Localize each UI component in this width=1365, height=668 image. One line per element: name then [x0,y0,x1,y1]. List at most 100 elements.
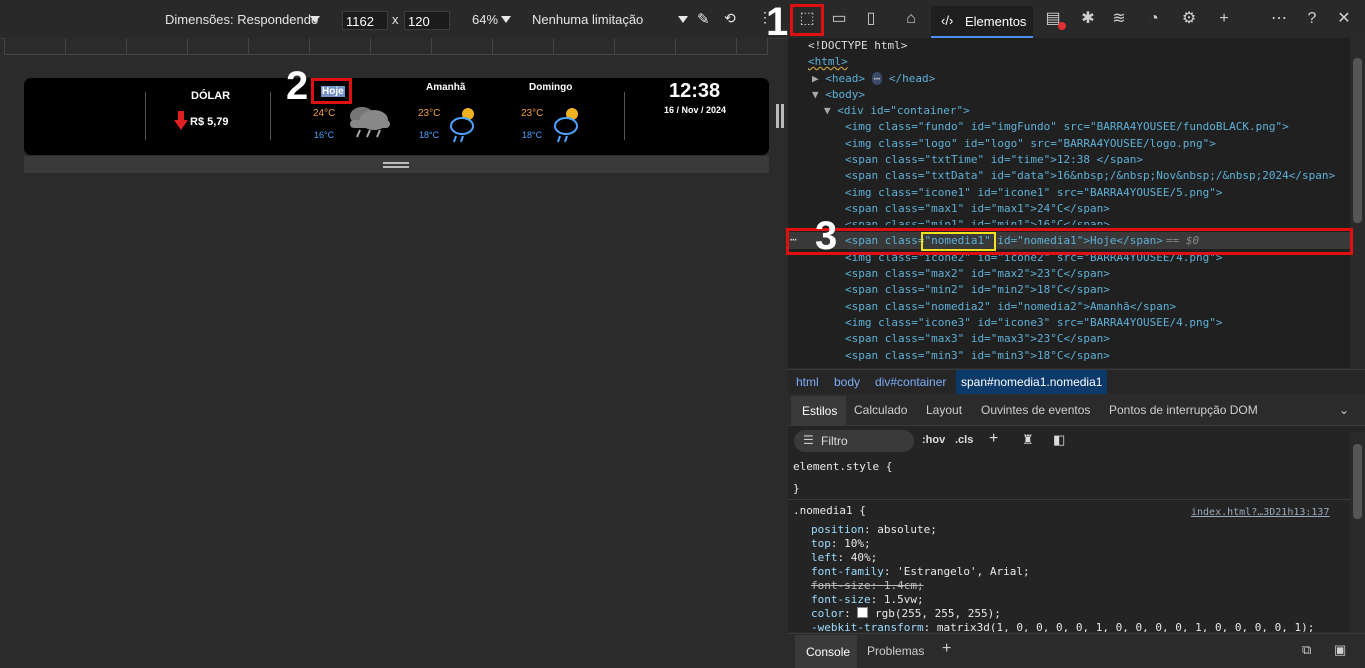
add-tab-icon[interactable]: + [942,640,951,658]
styles-filter-row: ☰ Filtro :hov .cls + ♜ ◧ [788,426,1365,456]
dom-line[interactable]: <span class="min3" id="min3">18°C</span> [845,348,1110,364]
filter-input[interactable]: ☰ Filtro [794,430,914,452]
breadcrumb-item-active[interactable]: span#nomedia1.nomedia1 [956,370,1108,394]
dock-bottom-icon[interactable]: ▣ [1334,642,1346,658]
css-property[interactable]: font-size: 1.5vw; [811,593,924,607]
breadcrumb-item[interactable]: div#container [875,375,946,389]
wifi-icon[interactable]: ≋ [1109,9,1129,29]
help-icon[interactable]: ? [1302,9,1322,29]
rule-source-link[interactable]: index.html?…3D21h13:137 [1191,506,1329,520]
close-icon[interactable]: ✕ [1334,9,1354,29]
zoom-dropdown[interactable]: 64% [472,12,498,27]
tab-styles[interactable]: Estilos [791,396,846,425]
dom-line[interactable]: <img class="icone1" id="icone1" src="BAR… [845,185,1223,201]
hov-button[interactable]: :hov [922,434,945,446]
devtools-toolbar: ⬚ ▭ ▯ ⌂ ‹/› Elementos ▤ ✱ ≋ ◔ ⚙ + ⋯ ? ✕ [788,0,1365,39]
divider [788,499,1350,500]
dom-line[interactable]: <img class="logo" id="logo" src="BARRA4Y… [845,136,1216,152]
css-property[interactable]: top: 10%; [811,537,871,551]
throttle-dropdown[interactable]: Nenhuma limitação [532,12,643,27]
home-icon[interactable]: ⌂ [901,9,921,29]
breadcrumb-item[interactable]: html [796,375,819,389]
dock-icon[interactable]: ▯ [861,9,881,29]
breadcrumb: html body div#container span#nomedia1.no… [788,369,1365,394]
dom-line[interactable]: <span class="txtData" id="data">16&nbsp;… [845,168,1335,184]
tab-styles-label: Estilos [802,404,838,418]
dom-line[interactable]: <img class="fundo" id="imgFundo" src="BA… [845,119,1289,135]
css-property[interactable]: position: absolute; [811,523,937,537]
drag-handle[interactable] [383,162,409,164]
chevron-down-icon[interactable] [501,16,511,23]
rule-selector[interactable]: .nomedia1 { [793,504,866,518]
breadcrumb-item[interactable]: body [834,375,860,389]
ellipsis-icon: ⋯ [871,72,883,85]
day-name-tomorrow: Amanhã [426,82,466,93]
sidebar-toggle-icon[interactable]: ◧ [1053,432,1065,448]
viewport-resize-bar[interactable] [24,156,769,173]
arrow-down-icon [174,111,188,130]
css-property[interactable]: font-family: 'Estrangelo', Arial; [811,565,1030,579]
element-style-selector[interactable]: element.style { [793,460,892,474]
css-property-overridden[interactable]: font-size: 1.4cm; [811,579,924,593]
dom-line[interactable]: ▶ <head> ⋯ </head> [812,71,935,87]
cls-button[interactable]: .cls [955,434,973,446]
memory-icon[interactable]: ⚙ [1179,9,1199,29]
performance-icon[interactable]: ◔ [1144,9,1164,29]
styles-pane: element.style { } .nomedia1 { index.html… [788,456,1350,632]
drag-handle[interactable] [383,166,409,168]
chevron-down-icon[interactable] [310,16,320,23]
dom-scrollbar[interactable] [1350,38,1365,368]
height-input[interactable]: 120 [404,11,450,30]
dimensions-dropdown[interactable]: Dimensões: Respondendo [165,12,318,27]
rotate-icon[interactable]: ⟲ [724,10,736,27]
width-input[interactable]: 1162 [342,11,388,30]
dolar-value: R$ 5,79 [190,116,229,128]
max-temp: 23°C [521,108,544,119]
dom-line[interactable]: ▼ <body> [812,87,865,103]
day-name-sunday: Domingo [529,82,573,93]
dom-line[interactable]: <span class="max1" id="max1">24°C</span> [845,201,1110,217]
annotation-number: 1 [766,0,789,44]
css-property[interactable]: left: 40%; [811,551,877,565]
tab-event-listeners[interactable]: Ouvintes de eventos [981,403,1090,417]
dom-line[interactable]: <img class="icone3" id="icone3" src="BAR… [845,315,1223,331]
tab-console[interactable]: Console [795,635,857,668]
css-property[interactable]: color: rgb(255, 255, 255); [811,607,1001,621]
add-tab-icon[interactable]: + [1214,9,1234,29]
device-toggle-icon[interactable]: ▭ [829,9,849,29]
device-viewport: DÓLAR R$ 5,79 Hoje 24°C 16°C Amanhã 23°C… [24,78,769,155]
filter-placeholder: Filtro [821,434,848,448]
dom-line[interactable]: <!DOCTYPE html> [808,38,907,54]
max-temp: 23°C [418,108,441,119]
dom-line[interactable]: <span class="txtTime" id="time">12:38 </… [845,152,1143,168]
undock-icon[interactable]: ⧉ [1302,642,1311,658]
dom-line[interactable]: <span class="max3" id="max3">23°C</span> [845,331,1110,347]
tab-dom-breakpoints[interactable]: Pontos de interrupção DOM [1109,403,1258,417]
css-property[interactable]: -webkit-transform: matrix3d(1, 0, 0, 0, … [811,621,1314,632]
styles-scrollbar[interactable] [1350,432,1365,632]
scrollbar-thumb[interactable] [1353,444,1362,519]
dom-line[interactable]: <span class="min1" id="min1">16°C</span> [845,217,1110,225]
side-resize-handle[interactable] [776,104,779,128]
tab-elements[interactable]: ‹/› Elementos [931,6,1033,38]
chevron-down-icon[interactable] [678,16,688,23]
dom-line[interactable]: <span class="max2" id="max2">23°C</span> [845,266,1110,282]
bug-icon[interactable]: ✱ [1078,9,1098,29]
tab-problems[interactable]: Problemas [867,644,924,658]
chevron-down-icon[interactable]: ⌄ [1339,403,1349,417]
tab-elements-label: Elementos [965,14,1027,29]
more-icon[interactable]: ⋯ [1269,9,1289,29]
new-rule-icon[interactable]: + [989,430,998,448]
dom-line[interactable]: ▼ <div id="container"> [824,103,970,119]
paint-icon[interactable]: ♜ [1022,432,1034,448]
eyedropper-icon[interactable]: ✎ [697,10,710,28]
media-query-ruler [4,38,768,55]
scrollbar-thumb[interactable] [1353,58,1362,223]
filter-icon: ☰ [803,433,814,447]
dom-line[interactable]: <span class="nomedia2" id="nomedia2">Ama… [845,299,1176,315]
dom-line[interactable]: <html> [808,54,848,70]
tab-computed[interactable]: Calculado [854,403,907,417]
tab-layout[interactable]: Layout [926,403,962,417]
dom-line[interactable]: <span class="min2" id="min2">18°C</span> [845,282,1110,298]
divider [624,92,625,140]
